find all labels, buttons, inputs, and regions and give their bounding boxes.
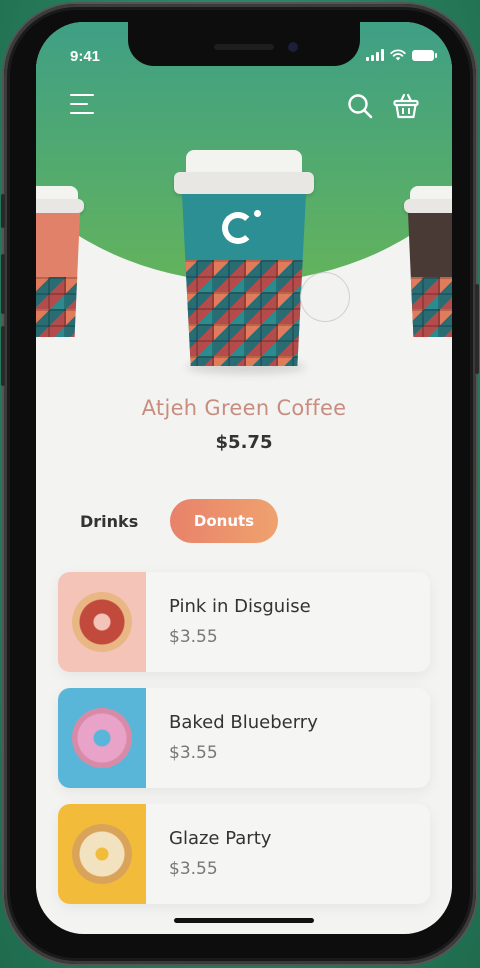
power-button <box>475 284 479 374</box>
product-price: $3.55 <box>169 743 218 763</box>
speaker <box>214 44 274 50</box>
featured-product-name: Atjeh Green Coffee <box>141 396 347 420</box>
coffee-cup-left[interactable] <box>36 186 86 346</box>
mute-switch <box>1 194 5 228</box>
status-time: 9:41 <box>70 48 101 65</box>
product-card[interactable]: Pink in Disguise $3.55 <box>58 572 430 672</box>
notch <box>128 22 360 66</box>
home-indicator[interactable] <box>174 918 314 923</box>
front-camera <box>288 42 298 52</box>
wifi-icon <box>390 49 406 61</box>
product-price: $3.55 <box>169 859 218 879</box>
phone-frame: 9:41 Atjeh Green Coffee $5.75 Drinks Don… <box>1 4 479 964</box>
featured-product-price: $5.75 <box>215 432 273 453</box>
product-thumbnail <box>58 804 146 904</box>
battery-icon <box>412 49 437 61</box>
coffee-cup-right[interactable] <box>402 186 452 346</box>
donut-blueberry-image <box>72 708 132 768</box>
product-name: Baked Blueberry <box>169 712 318 733</box>
menu-icon[interactable] <box>70 94 96 114</box>
product-name: Glaze Party <box>169 828 272 849</box>
status-icons <box>366 49 437 61</box>
product-name: Pink in Disguise <box>169 596 311 617</box>
volume-up-button <box>1 254 5 314</box>
tab-donuts-label: Donuts <box>193 512 255 530</box>
coffee-cup-featured[interactable] <box>174 150 314 374</box>
donut-glaze-image <box>72 824 132 884</box>
app-screen: 9:41 Atjeh Green Coffee $5.75 Drinks Don… <box>36 22 452 934</box>
signal-icon <box>366 49 384 61</box>
volume-down-button <box>1 326 5 386</box>
basket-icon[interactable] <box>392 92 420 120</box>
tab-drinks[interactable]: Drinks <box>80 512 138 531</box>
carousel-indicator[interactable] <box>300 272 350 322</box>
donut-pink-image <box>72 592 132 652</box>
product-thumbnail <box>58 572 146 672</box>
product-price: $3.55 <box>169 627 218 647</box>
search-icon[interactable] <box>346 92 374 120</box>
product-card[interactable]: Baked Blueberry $3.55 <box>58 688 430 788</box>
cup-logo-icon <box>222 212 254 244</box>
tab-donuts[interactable]: Donuts <box>170 499 278 543</box>
product-card[interactable]: Glaze Party $3.55 <box>58 804 430 904</box>
product-thumbnail <box>58 688 146 788</box>
